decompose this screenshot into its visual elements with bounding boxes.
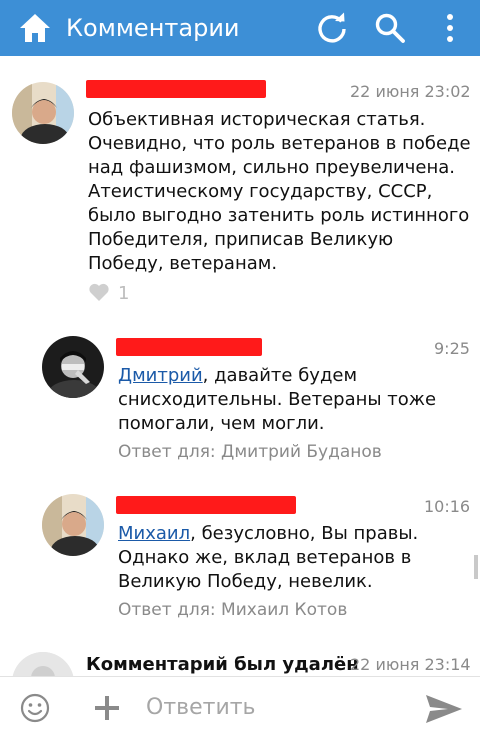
- reply-to-link[interactable]: Ответ для: Михаил Котов: [118, 600, 347, 620]
- name-redaction: [86, 80, 266, 98]
- home-icon[interactable]: [18, 12, 52, 44]
- emoji-icon[interactable]: [20, 693, 50, 723]
- comment-time: 10:16: [424, 497, 471, 516]
- reply-composer: [0, 676, 480, 735]
- avatar[interactable]: [42, 336, 104, 398]
- more-vert-icon[interactable]: [440, 12, 460, 44]
- app-bar: Комментарии: [0, 0, 480, 56]
- comments-feed[interactable]: 22 июня 23:02 Объективная историческая с…: [0, 56, 480, 676]
- refresh-icon[interactable]: [316, 12, 348, 44]
- reply-input[interactable]: [146, 687, 396, 727]
- comment-text: Объективная историческая статья. Очевидн…: [88, 109, 471, 274]
- comment-time: 9:25: [434, 339, 470, 358]
- avatar: [12, 652, 74, 676]
- mention-link[interactable]: Дмитрий: [118, 365, 203, 386]
- page-title: Комментарии: [66, 14, 240, 42]
- name-redaction: [116, 338, 262, 356]
- comment-text: Михаил, безусловно, Вы правы. Однако же,…: [118, 522, 458, 594]
- like-button[interactable]: 1: [88, 282, 148, 306]
- search-icon[interactable]: [374, 12, 406, 44]
- comment-text: Дмитрий, давайте будем снисходительны. В…: [118, 364, 458, 436]
- deleted-comment-label: Комментарий был удалён: [86, 654, 359, 675]
- reply-to-link[interactable]: Ответ для: Дмитрий Буданов: [118, 442, 382, 462]
- mention-link[interactable]: Михаил: [118, 523, 190, 544]
- send-icon[interactable]: [424, 693, 464, 725]
- scrollbar-thumb[interactable]: [474, 555, 478, 579]
- name-redaction: [116, 496, 296, 514]
- heart-icon: [89, 283, 109, 301]
- comment-time: 22 июня 23:02: [350, 82, 471, 101]
- avatar[interactable]: [42, 494, 104, 556]
- avatar[interactable]: [12, 82, 74, 144]
- attach-plus-icon[interactable]: [94, 695, 120, 721]
- comment-time: 22 июня 23:14: [350, 655, 471, 674]
- like-count: 1: [118, 283, 130, 304]
